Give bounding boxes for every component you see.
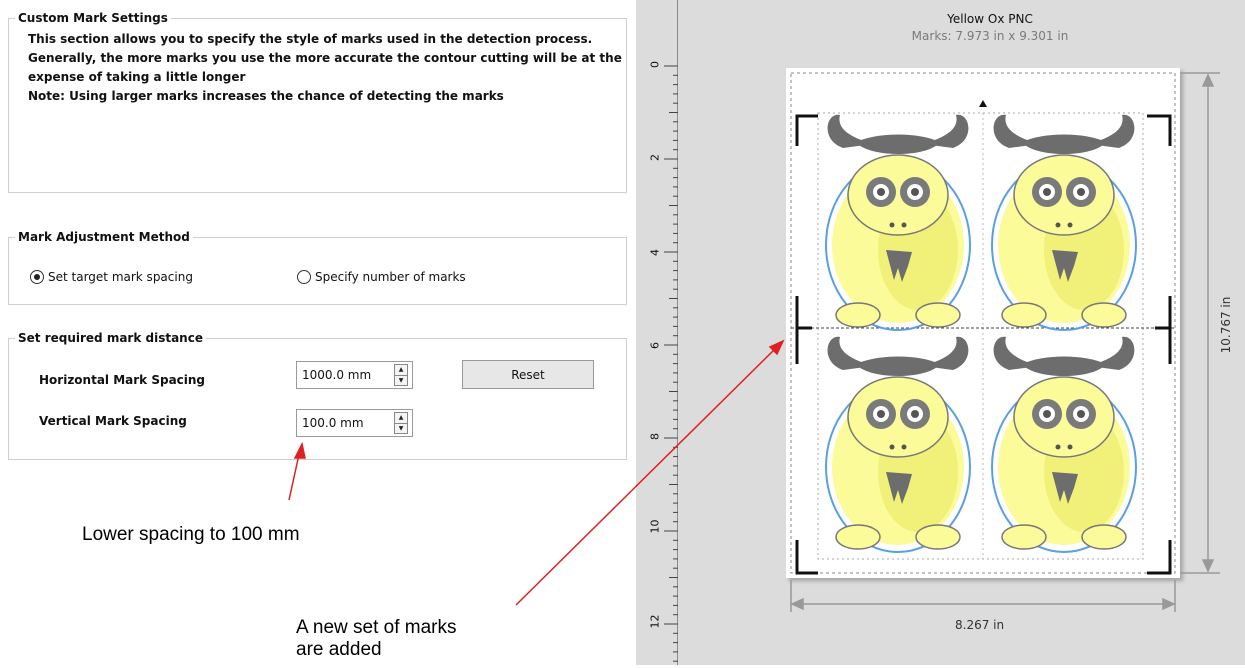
spinner-up-icon[interactable]: ▲ — [395, 365, 407, 375]
description-line: expense of taking a little longer — [28, 70, 246, 84]
ruler-label: 12 — [648, 614, 662, 629]
horizontal-spacing-label: Horizontal Mark Spacing — [39, 373, 206, 387]
radio-unselected-icon[interactable] — [297, 270, 311, 284]
ruler-ticks — [664, 65, 678, 662]
radio-specify-number[interactable]: Specify number of marks — [297, 270, 466, 284]
radio-set-target-spacing[interactable]: Set target mark spacing — [30, 270, 193, 284]
height-dimension-label: 10.767 in — [1219, 296, 1233, 354]
description-line: Generally, the more marks you use the mo… — [28, 51, 622, 65]
ruler-label: 6 — [648, 342, 662, 349]
ruler-label: 4 — [648, 249, 662, 256]
description-line: Note: Using larger marks increases the c… — [28, 89, 504, 103]
spinner-up-icon[interactable]: ▲ — [395, 413, 407, 423]
mark-distance-group: Set required mark distance Horizontal Ma… — [8, 331, 627, 460]
callout-new-marks: A new set of marks are added — [296, 617, 457, 661]
spinner-arrows[interactable]: ▲ ▼ — [394, 364, 408, 386]
horizontal-spacing-input[interactable] — [297, 367, 377, 383]
radio-label: Specify number of marks — [315, 270, 466, 284]
preview-title: Yellow Ox PNC — [947, 12, 1033, 26]
vertical-spacing-spinner[interactable]: ▲▼ — [296, 409, 413, 437]
callout-lower-spacing: Lower spacing to 100 mm — [82, 524, 300, 545]
mark-distance-title: Set required mark distance — [15, 331, 206, 345]
vertical-spacing-input[interactable] — [297, 415, 377, 431]
custom-mark-settings-description: This section allows you to specify the s… — [28, 30, 628, 106]
radio-label: Set target mark spacing — [48, 270, 193, 284]
spinner-down-icon[interactable]: ▼ — [395, 375, 407, 386]
description-line: This section allows you to specify the s… — [28, 32, 593, 46]
callout-line: A new set of marks — [296, 617, 457, 638]
vertical-ruler — [636, 0, 678, 665]
spinner-arrows[interactable]: ▲ ▼ — [394, 412, 408, 434]
ruler-label: 10 — [648, 519, 662, 534]
mark-adjustment-title: Mark Adjustment Method — [15, 230, 193, 244]
mark-adjustment-group: Mark Adjustment Method Set target mark s… — [8, 230, 627, 305]
spinner-down-icon[interactable]: ▼ — [395, 423, 407, 434]
horizontal-spacing-spinner[interactable]: ▲▼ — [296, 361, 413, 389]
print-sheet[interactable] — [786, 68, 1180, 578]
radio-selected-icon[interactable] — [30, 270, 44, 284]
width-dimension-label: 8.267 in — [955, 618, 1005, 632]
vertical-spacing-label: Vertical Mark Spacing — [39, 414, 187, 428]
ruler-label: 8 — [648, 433, 662, 440]
custom-mark-settings-title: Custom Mark Settings — [15, 11, 171, 25]
callout-line: are added — [296, 639, 382, 660]
ruler-label: 2 — [648, 154, 662, 161]
custom-mark-settings-group: Custom Mark Settings This section allows… — [8, 11, 628, 193]
ruler-label: 0 — [648, 61, 662, 68]
marks-size-label: Marks: 7.973 in x 9.301 in — [911, 29, 1069, 43]
reset-button[interactable]: Reset — [462, 360, 594, 389]
